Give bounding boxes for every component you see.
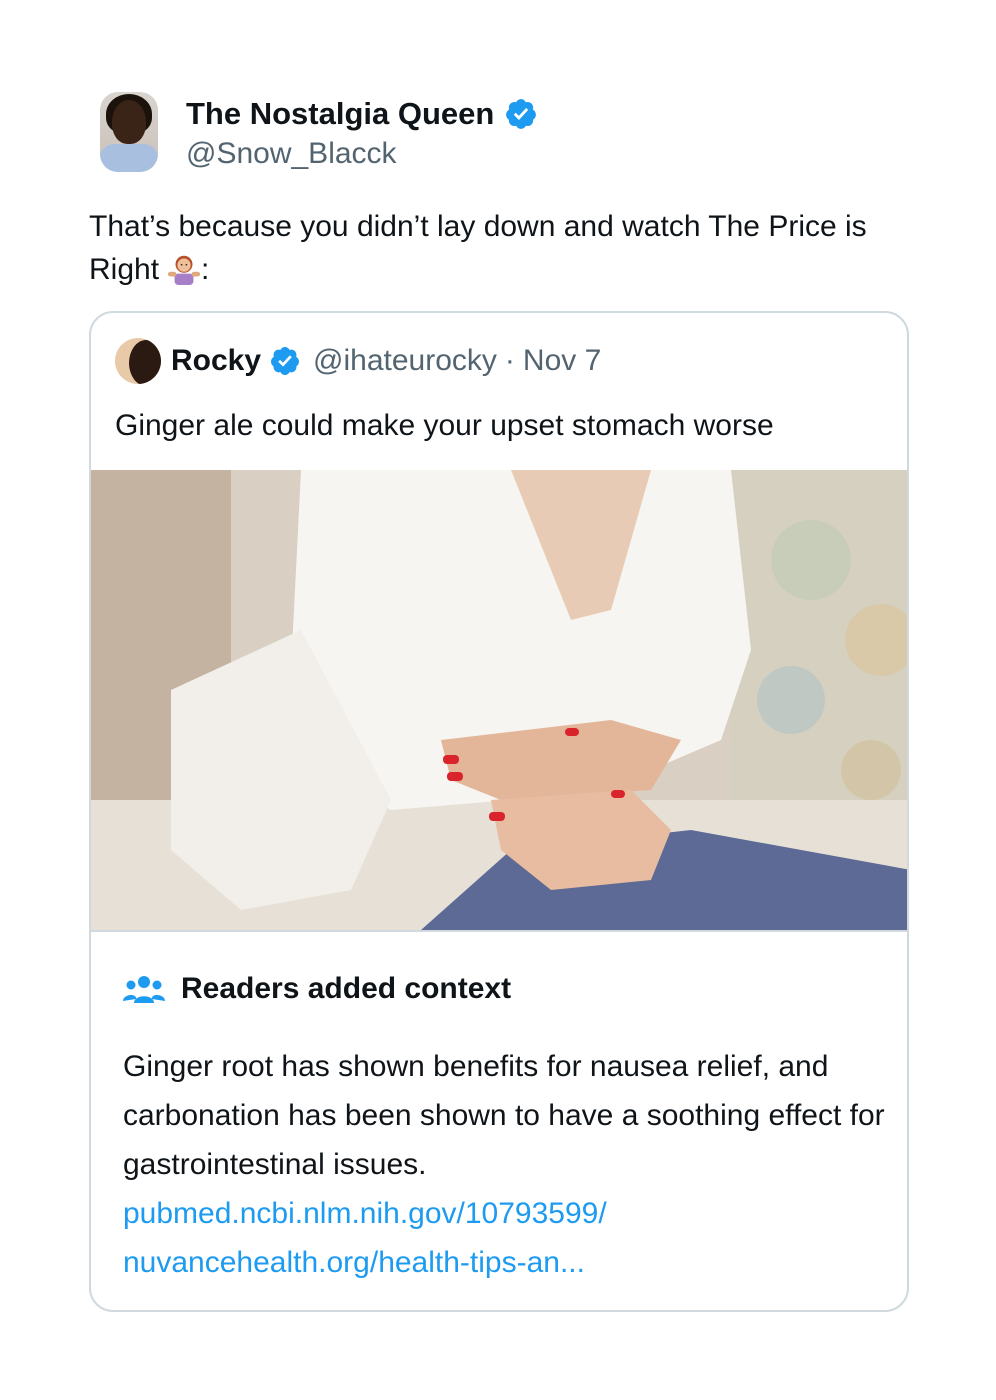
- tweet-text-suffix: :: [201, 253, 210, 286]
- quoted-tweet-text: Ginger ale could make your upset stomach…: [115, 409, 774, 442]
- quoted-author-display-name[interactable]: Rocky: [171, 344, 261, 378]
- quoted-avatar-silhouette: [129, 340, 161, 384]
- people-icon: [123, 976, 165, 1003]
- avatar-shirt: [100, 144, 158, 172]
- context-title: Readers added context: [181, 972, 512, 1005]
- avatar-face: [112, 100, 146, 144]
- tweet-header: The Nostalgia Queen @Snow_Blacck: [100, 92, 538, 172]
- quoted-tweet-image[interactable]: [91, 470, 907, 930]
- author-handle[interactable]: @Snow_Blacck: [186, 137, 538, 171]
- quoted-tweet-date[interactable]: Nov 7: [523, 344, 601, 378]
- quoted-verified-badge-icon: [271, 347, 300, 375]
- author-display-name[interactable]: The Nostalgia Queen: [186, 96, 494, 132]
- quoted-tweet-card[interactable]: Rocky @ihateurocky · Nov 7 Ginger ale co…: [89, 311, 909, 1312]
- quoted-separator-dot: ·: [504, 344, 515, 377]
- tweet-text: That’s because you didn’t lay down and w…: [89, 205, 909, 291]
- quoted-author-handle[interactable]: @ihateurocky: [313, 344, 497, 378]
- author-names: The Nostalgia Queen @Snow_Blacck: [186, 93, 538, 171]
- context-link-pubmed[interactable]: pubmed.ncbi.nlm.nih.gov/10793599/: [123, 1189, 893, 1238]
- context-body: Ginger root has shown benefits for nause…: [123, 1042, 893, 1287]
- person-shrugging-emoji-icon: [167, 255, 201, 285]
- verified-badge-icon: [506, 99, 537, 129]
- context-link-nuvance[interactable]: nuvancehealth.org/health-tips-an...: [123, 1238, 893, 1287]
- woman-holding-stomach-photo: [91, 470, 907, 930]
- context-text: Ginger root has shown benefits for nause…: [123, 1050, 885, 1181]
- display-name-row: The Nostalgia Queen: [186, 93, 538, 135]
- quoted-author-avatar[interactable]: [115, 338, 161, 384]
- context-header: Readers added context: [123, 972, 511, 1006]
- readers-context-panel: Readers added context Ginger root has sh…: [91, 930, 907, 1310]
- author-avatar[interactable]: [100, 92, 158, 172]
- quoted-tweet-header: Rocky @ihateurocky · Nov 7: [115, 337, 601, 385]
